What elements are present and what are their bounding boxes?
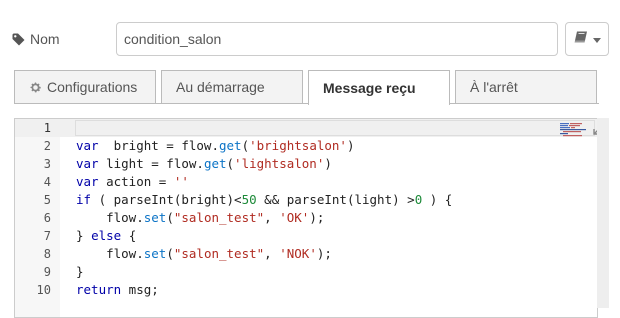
code-token: var bbox=[76, 138, 99, 153]
code-text: var light = flow.get('lightsalon') bbox=[76, 155, 332, 173]
vertical-scrollbar[interactable] bbox=[597, 118, 609, 308]
code-text: flow.set("salon_test", 'NOK'); bbox=[76, 245, 332, 263]
code-token: ( parseInt(bright)< bbox=[91, 192, 242, 207]
icon-select-button[interactable] bbox=[565, 22, 609, 56]
minimap bbox=[559, 122, 589, 138]
name-input[interactable] bbox=[116, 22, 558, 56]
code-token: 'OK' bbox=[279, 210, 310, 225]
code-token: } bbox=[76, 228, 92, 243]
code-text: var action = '' bbox=[76, 173, 189, 191]
code-token: 'NOK' bbox=[279, 246, 317, 261]
code-token: ); bbox=[316, 246, 332, 261]
tab-bar: Configurations Au démarrage Message reçu… bbox=[14, 70, 599, 105]
code-token: && parseInt(light) > bbox=[256, 192, 415, 207]
code-token: { bbox=[121, 228, 137, 243]
code-token: ( bbox=[166, 246, 174, 261]
tab-a-l-arret[interactable]: À l'arrêt bbox=[455, 70, 597, 103]
code-line[interactable]: 2 var bright = flow.get('brightsalon') bbox=[15, 137, 597, 155]
code-token: 'lightsalon' bbox=[234, 156, 325, 171]
code-token: ( bbox=[241, 138, 250, 153]
code-token: ( bbox=[226, 156, 235, 171]
code-token: bright = flow. bbox=[98, 138, 219, 153]
code-token: 'brightsalon' bbox=[249, 138, 347, 153]
code-editor[interactable]: 1 2 var bright = flow.get('brightsalon') 3 v… bbox=[14, 118, 598, 318]
code-token: set bbox=[143, 246, 167, 261]
tab-au-demarrage[interactable]: Au démarrage bbox=[161, 70, 303, 103]
line-number: 2 bbox=[43, 139, 51, 153]
tab-au-demarrage-label: Au démarrage bbox=[176, 79, 265, 95]
code-token: light = flow. bbox=[98, 156, 204, 171]
line-number: 9 bbox=[43, 265, 51, 279]
line-number: 5 bbox=[43, 193, 51, 207]
line-number: 8 bbox=[43, 247, 51, 261]
code-line[interactable]: 10 return msg; bbox=[15, 281, 597, 299]
code-token: if bbox=[76, 192, 92, 207]
code-line[interactable]: 3 var light = flow.get('lightsalon') bbox=[15, 155, 597, 173]
code-line[interactable]: 4 var action = '' bbox=[15, 173, 597, 191]
active-line-highlight bbox=[75, 120, 595, 136]
code-text: if ( parseInt(bright)<50 && parseInt(lig… bbox=[76, 191, 452, 209]
gear-icon bbox=[29, 81, 42, 94]
code-line[interactable]: 8 flow.set("salon_test", 'NOK'); bbox=[15, 245, 597, 263]
code-token: flow. bbox=[76, 210, 144, 225]
line-number: 1 bbox=[43, 121, 51, 135]
code-lines: 1 2 var bright = flow.get('brightsalon') 3 v… bbox=[15, 119, 597, 299]
code-token: msg; bbox=[121, 282, 159, 297]
line-number: 4 bbox=[43, 175, 51, 189]
code-token: "salon_test" bbox=[173, 246, 265, 261]
code-token: ) { bbox=[422, 192, 453, 207]
tab-message-recu[interactable]: Message reçu bbox=[308, 70, 450, 105]
code-line[interactable]: 6 flow.set("salon_test", 'OK'); bbox=[15, 209, 597, 227]
line-number: 10 bbox=[36, 283, 51, 297]
code-token: , bbox=[264, 246, 280, 261]
code-token: ) bbox=[324, 156, 332, 171]
code-text: return msg; bbox=[76, 281, 159, 299]
name-label: Nom bbox=[12, 29, 60, 49]
code-text: flow.set("salon_test", 'OK'); bbox=[76, 209, 324, 227]
line-number: 3 bbox=[43, 157, 51, 171]
code-token: 50 bbox=[241, 192, 257, 207]
code-token: ) bbox=[346, 138, 355, 153]
tab-configurations[interactable]: Configurations bbox=[14, 70, 156, 103]
code-token: else bbox=[91, 228, 122, 243]
code-token: ); bbox=[309, 210, 325, 225]
tab-message-recu-label: Message reçu bbox=[323, 80, 416, 96]
book-icon bbox=[574, 30, 588, 48]
code-token: return bbox=[76, 282, 122, 297]
code-token: ( bbox=[166, 210, 174, 225]
name-label-text: Nom bbox=[30, 31, 60, 47]
code-token: '' bbox=[173, 174, 189, 189]
code-token: set bbox=[143, 210, 167, 225]
line-number: 7 bbox=[43, 229, 51, 243]
code-line[interactable]: 5 if ( parseInt(bright)<50 && parseInt(li… bbox=[15, 191, 597, 209]
code-token: var bbox=[76, 174, 99, 189]
code-line[interactable]: 9} bbox=[15, 263, 597, 281]
code-token: flow. bbox=[76, 246, 144, 261]
tab-a-l-arret-label: À l'arrêt bbox=[470, 79, 518, 95]
caret-down-icon bbox=[592, 30, 601, 48]
code-token: get bbox=[203, 156, 227, 171]
code-token: action = bbox=[98, 174, 174, 189]
tab-configurations-label: Configurations bbox=[47, 79, 138, 95]
code-text: } else { bbox=[76, 227, 136, 245]
code-token: var bbox=[76, 156, 99, 171]
code-token: "salon_test" bbox=[173, 210, 265, 225]
code-text: } bbox=[76, 263, 84, 281]
code-line[interactable]: 7} else { bbox=[15, 227, 597, 245]
code-token: , bbox=[264, 210, 280, 225]
code-text: var bright = flow.get('brightsalon') bbox=[76, 137, 354, 155]
code-token: get bbox=[219, 138, 242, 153]
code-token: } bbox=[76, 264, 84, 279]
tag-icon bbox=[12, 33, 25, 46]
line-number: 6 bbox=[43, 211, 51, 225]
